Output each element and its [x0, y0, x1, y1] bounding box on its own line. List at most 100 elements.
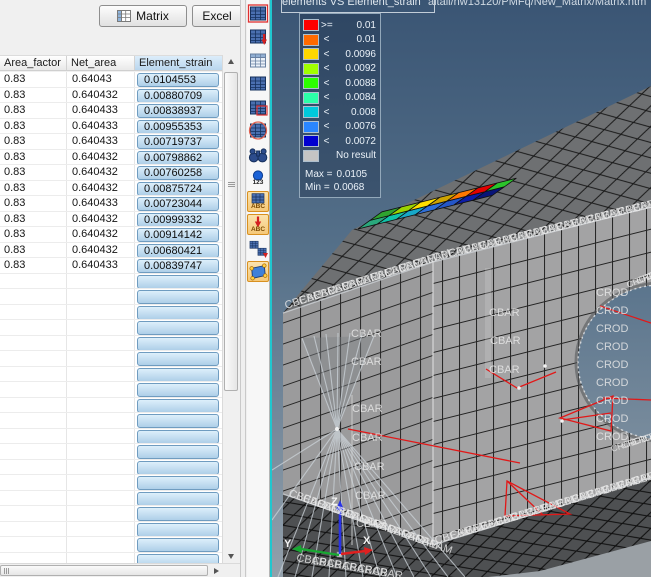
quad-element-button[interactable]: [247, 261, 269, 282]
strain-cell[interactable]: 0.00680421: [137, 244, 219, 258]
table-row[interactable]: 0.830.6404330.00723044: [0, 196, 222, 212]
column-header-element-strain[interactable]: Element_strain: [135, 56, 222, 70]
scroll-down-button[interactable]: [224, 549, 239, 563]
table-row[interactable]: [0, 398, 222, 414]
thumb-grip: [4, 568, 9, 574]
3d-viewport[interactable]: CRODCRODCRODCRODCRODCRODCRODCRODCRODCBAR…: [270, 0, 651, 577]
legend-max: Max =0.0105: [305, 169, 367, 182]
table-row[interactable]: 0.830.6404320.00999332: [0, 212, 222, 228]
matrix-select-button[interactable]: [247, 3, 269, 24]
strain-cell[interactable]: [137, 337, 219, 351]
table-row[interactable]: [0, 351, 222, 367]
table-row[interactable]: [0, 444, 222, 460]
strain-cell[interactable]: [137, 275, 219, 289]
strain-cell[interactable]: 0.00880709: [137, 89, 219, 103]
strain-cell[interactable]: [137, 399, 219, 413]
table-row[interactable]: 0.830.6404330.00838937: [0, 103, 222, 119]
matrix-frame-button[interactable]: [247, 97, 269, 118]
excel-button[interactable]: Excel: [192, 5, 242, 27]
strain-cell[interactable]: 0.0104553: [137, 73, 219, 87]
strain-cell[interactable]: 0.00955353: [137, 120, 219, 134]
table-row[interactable]: [0, 274, 222, 290]
table-row[interactable]: [0, 475, 222, 491]
table-row[interactable]: 0.830.6404320.00760258: [0, 165, 222, 181]
table-row[interactable]: [0, 553, 222, 564]
strain-cell[interactable]: [137, 368, 219, 382]
strain-cell[interactable]: 0.00875724: [137, 182, 219, 196]
strain-cell[interactable]: [137, 414, 219, 428]
table-row[interactable]: [0, 429, 222, 445]
strain-cell[interactable]: 0.00798862: [137, 151, 219, 165]
table-row[interactable]: [0, 413, 222, 429]
table-row[interactable]: [0, 367, 222, 383]
vertical-scrollbar[interactable]: [222, 55, 239, 563]
table-row[interactable]: 0.830.6404320.00680421: [0, 243, 222, 259]
strain-cell[interactable]: [137, 430, 219, 444]
table-row[interactable]: [0, 289, 222, 305]
strain-cell[interactable]: [137, 523, 219, 537]
matrix-highlight-button[interactable]: [247, 120, 269, 141]
column-header-area-factor[interactable]: Area_factor: [0, 56, 67, 70]
label-pointer-button[interactable]: ABC: [247, 214, 269, 235]
icon-123-label: 123: [253, 180, 264, 186]
strain-cell[interactable]: [137, 461, 219, 475]
strain-cell[interactable]: [137, 492, 219, 506]
table-row[interactable]: [0, 382, 222, 398]
legend-entries: >=0.01<0.01<0.0096<0.0092<0.0088<0.0084<…: [303, 18, 377, 163]
table-row[interactable]: [0, 537, 222, 553]
strain-cell[interactable]: 0.00914142: [137, 228, 219, 242]
table-row[interactable]: [0, 305, 222, 321]
element-labels-button[interactable]: ABC: [247, 191, 269, 212]
table-row[interactable]: 0.830.6404330.00719737: [0, 134, 222, 150]
matrix-transfer-button[interactable]: [247, 238, 269, 259]
strain-cell[interactable]: [137, 306, 219, 320]
strain-cell[interactable]: [137, 321, 219, 335]
strain-cell[interactable]: [137, 538, 219, 552]
element-label: CBAR: [351, 328, 382, 340]
table-row[interactable]: 0.830.6404330.00839747: [0, 258, 222, 274]
table-row[interactable]: 0.830.6404320.00914142: [0, 227, 222, 243]
strain-cell[interactable]: [137, 290, 219, 304]
table-row[interactable]: [0, 491, 222, 507]
strain-cell[interactable]: [137, 554, 219, 564]
sheet-view-button[interactable]: [247, 50, 269, 71]
strain-cell[interactable]: 0.00723044: [137, 197, 219, 211]
strain-cell[interactable]: 0.00838937: [137, 104, 219, 118]
table-red-box-icon: [247, 97, 269, 118]
matrix-button[interactable]: Matrix: [99, 5, 187, 27]
strain-cell[interactable]: 0.00760258: [137, 166, 219, 180]
table-row[interactable]: [0, 506, 222, 522]
right-arrow-icon: [214, 568, 219, 574]
column-header-net-area[interactable]: Net_area: [67, 56, 135, 70]
table-row[interactable]: 0.830.6404320.00798862: [0, 150, 222, 166]
scroll-right-button[interactable]: [209, 565, 223, 577]
legend-swatch: [303, 92, 319, 104]
strain-cell[interactable]: [137, 476, 219, 490]
strain-cell[interactable]: [137, 352, 219, 366]
table-row[interactable]: 0.830.6404320.00880709: [0, 88, 222, 104]
matrix-view-button[interactable]: [247, 73, 269, 94]
vertical-scroll-thumb[interactable]: [224, 72, 238, 391]
table-row[interactable]: 0.830.6404330.00955353: [0, 119, 222, 135]
table-row[interactable]: [0, 336, 222, 352]
strain-cell[interactable]: [137, 445, 219, 459]
strain-cell[interactable]: [137, 383, 219, 397]
table-row[interactable]: [0, 320, 222, 336]
strain-cell[interactable]: 0.00719737: [137, 135, 219, 149]
find-button[interactable]: [247, 144, 269, 165]
strain-cell[interactable]: 0.00839747: [137, 259, 219, 273]
table-row[interactable]: 0.830.6404320.00875724: [0, 181, 222, 197]
table-row[interactable]: [0, 522, 222, 538]
strain-cell[interactable]: 0.00999332: [137, 213, 219, 227]
element-label: Y: [284, 538, 292, 550]
horizontal-scrollbar[interactable]: [0, 563, 240, 577]
horizontal-scroll-thumb[interactable]: [0, 565, 208, 576]
numbers-info-button[interactable]: 123: [247, 167, 269, 188]
strain-cell[interactable]: [137, 507, 219, 521]
panel-splitter[interactable]: [240, 0, 247, 577]
table-row[interactable]: 0.830.640430.0104553: [0, 72, 222, 88]
legend-swatch: [303, 34, 319, 46]
table-row[interactable]: [0, 460, 222, 476]
matrix-export-button[interactable]: [247, 26, 269, 47]
scroll-up-button[interactable]: [224, 55, 239, 69]
